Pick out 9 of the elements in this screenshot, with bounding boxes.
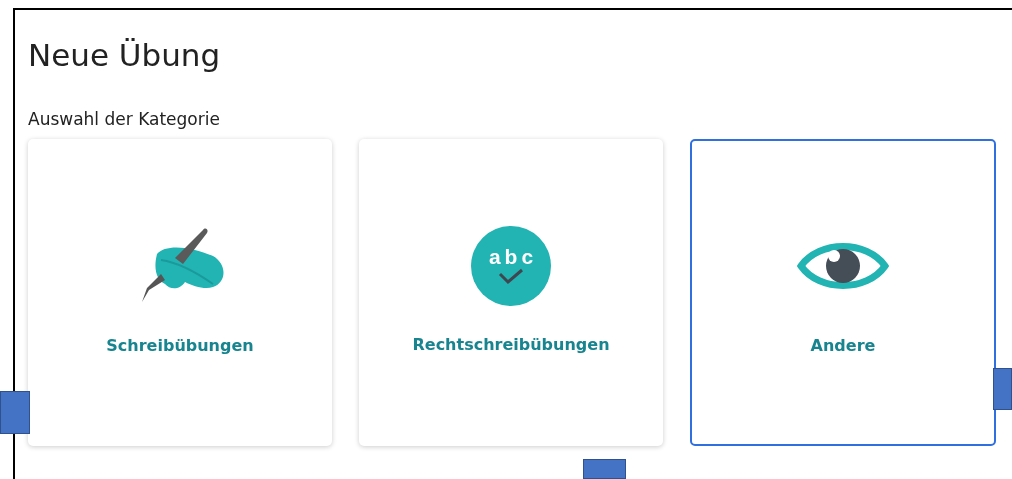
marker-square	[0, 391, 30, 434]
category-card[interactable]: Schreibübungen	[28, 139, 332, 446]
category-card[interactable]: Andere	[690, 139, 996, 446]
spelling-check-icon: abc	[471, 226, 551, 306]
marker-square	[993, 368, 1012, 410]
marker-square	[583, 459, 626, 479]
section-label: Auswahl der Kategorie	[28, 108, 221, 130]
category-card[interactable]: abc Rechtschreibübungen	[359, 139, 663, 446]
dialog-title: Neue Übung	[28, 36, 222, 75]
